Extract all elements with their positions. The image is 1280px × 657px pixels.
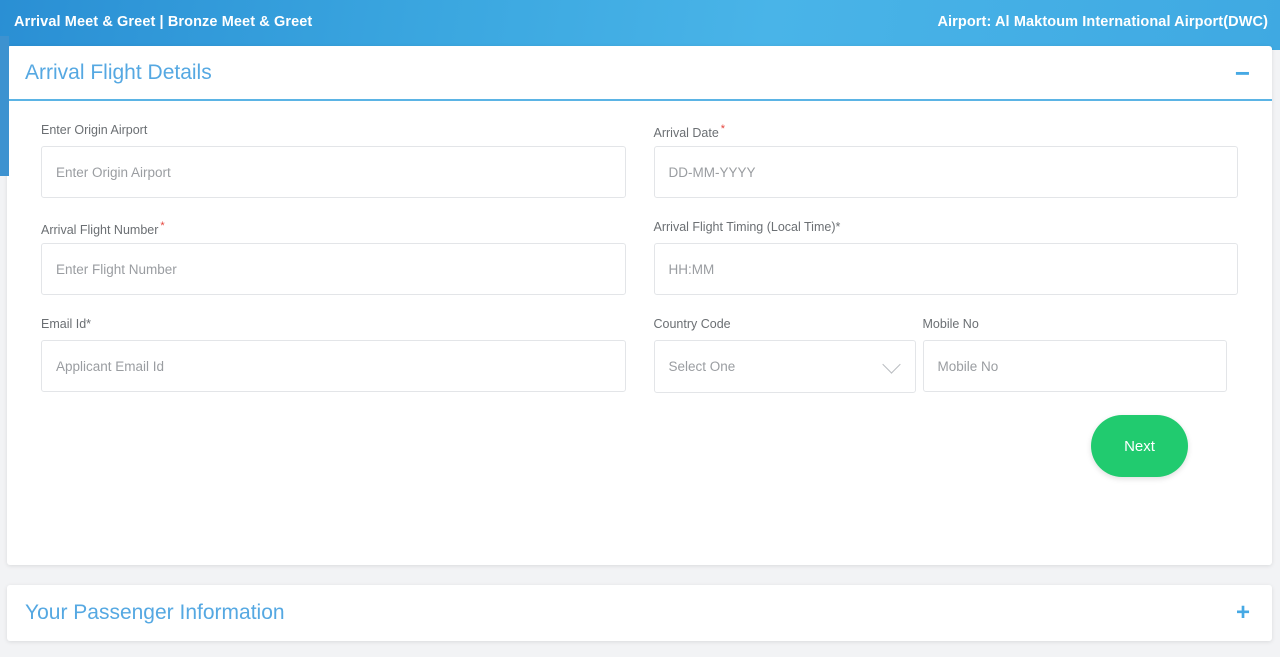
flight-timing-label: Arrival Flight Timing (Local Time)*	[653, 220, 841, 234]
field-flight-number: Arrival Flight Number * Enter Flight Numb…	[41, 220, 626, 295]
country-code-value: Select One	[668, 359, 736, 374]
button-row: Next	[41, 415, 1238, 477]
country-code-select[interactable]: Select One	[653, 340, 916, 393]
passenger-information-panel[interactable]: Your Passenger Information +	[7, 585, 1272, 641]
email-id-input[interactable]: Applicant Email Id	[41, 340, 626, 392]
form-column-right: Arrival Date * DD-MM-YYYY	[653, 123, 1239, 198]
mobile-no-label: Mobile No	[922, 317, 979, 331]
form-row: Enter Origin Airport Enter Origin Airpor…	[41, 123, 1238, 198]
form-column-right: Country Code Select One Mobile No Mobile…	[653, 317, 1239, 393]
flight-timing-placeholder: HH:MM	[668, 261, 715, 277]
arrival-date-label: Arrival Date *	[653, 123, 1239, 141]
next-button[interactable]: Next	[1091, 415, 1188, 477]
mobile-no-input[interactable]: Mobile No	[922, 340, 1227, 392]
chevron-down-icon[interactable]	[881, 354, 901, 374]
origin-airport-placeholder: Enter Origin Airport	[56, 164, 171, 180]
page-title: Arrival Meet & Greet | Bronze Meet & Gre…	[14, 14, 313, 30]
form-column-left: Enter Origin Airport Enter Origin Airpor…	[41, 123, 626, 198]
field-mobile-no: Mobile No Mobile No	[922, 317, 1227, 393]
field-email-id: Email Id* Applicant Email Id	[41, 317, 626, 392]
form-row: Arrival Flight Number * Enter Flight Numb…	[41, 220, 1238, 295]
origin-airport-input[interactable]: Enter Origin Airport	[41, 146, 626, 198]
field-flight-timing: Arrival Flight Timing (Local Time)* HH:M…	[653, 220, 1238, 295]
field-country-code: Country Code Select One	[653, 317, 916, 393]
arrival-flight-details-card: Arrival Flight Details − Enter Origin Ai…	[7, 46, 1272, 565]
flight-number-label-text: Arrival Flight Number	[41, 223, 159, 238]
flight-number-input[interactable]: Enter Flight Number	[41, 243, 626, 295]
flight-number-placeholder: Enter Flight Number	[56, 261, 177, 277]
plus-icon[interactable]: +	[1236, 601, 1250, 625]
required-asterisk: *	[160, 220, 165, 232]
arrival-date-input[interactable]: DD-MM-YYYY	[653, 146, 1238, 198]
mobile-no-placeholder: Mobile No	[937, 358, 999, 374]
arrival-flight-details-body: Enter Origin Airport Enter Origin Airpor…	[7, 101, 1272, 477]
country-code-label: Country Code	[653, 317, 731, 331]
flight-timing-input[interactable]: HH:MM	[653, 243, 1238, 295]
origin-airport-label: Enter Origin Airport	[41, 123, 148, 137]
field-origin-airport: Enter Origin Airport Enter Origin Airpor…	[41, 123, 626, 198]
passenger-information-title: Your Passenger Information	[25, 601, 285, 624]
section-title: Arrival Flight Details	[25, 60, 212, 84]
airport-label: Airport: Al Maktoum International Airpor…	[937, 14, 1268, 30]
email-id-label: Email Id*	[41, 317, 92, 331]
form-row: Email Id* Applicant Email Id Country Cod…	[41, 317, 1238, 393]
arrival-flight-details-header[interactable]: Arrival Flight Details −	[7, 46, 1272, 101]
minus-icon[interactable]: −	[1235, 60, 1250, 86]
top-bar: Arrival Meet & Greet | Bronze Meet & Gre…	[0, 0, 1280, 50]
arrival-date-label-text: Arrival Date	[653, 126, 719, 141]
form-column-left: Email Id* Applicant Email Id	[41, 317, 626, 393]
email-id-placeholder: Applicant Email Id	[56, 358, 165, 374]
field-arrival-date: Arrival Date * DD-MM-YYYY	[653, 123, 1239, 198]
required-asterisk: *	[720, 123, 726, 135]
arrival-date-placeholder: DD-MM-YYYY	[668, 164, 756, 180]
sidebar-rail	[0, 36, 9, 176]
form-column-right: Arrival Flight Timing (Local Time)* HH:M…	[653, 220, 1238, 295]
form-column-left: Arrival Flight Number * Enter Flight Numb…	[41, 220, 626, 295]
flight-number-label: Arrival Flight Number *	[41, 220, 626, 238]
